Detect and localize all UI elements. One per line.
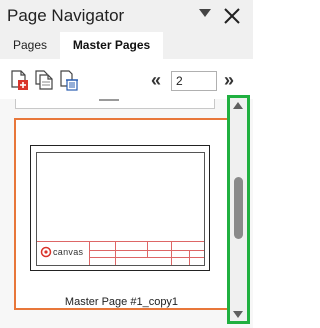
page-number-input[interactable] (171, 71, 217, 91)
delete-page-button[interactable] (59, 69, 79, 91)
thumbnail-list: canvas Master Page #1_copy1 (0, 99, 253, 328)
duplicate-page-button[interactable] (34, 69, 54, 91)
tab-pages[interactable]: Pages (0, 32, 60, 59)
tab-master-pages[interactable]: Master Pages (60, 32, 163, 60)
delete-page-icon (60, 70, 78, 91)
page-toolbar: « » (0, 59, 253, 99)
canvas-logo-text: canvas (53, 247, 84, 257)
tab-bar: Pages Master Pages (0, 32, 253, 91)
panel-menu-dropdown-icon[interactable] (199, 9, 211, 17)
new-master-page-icon (11, 70, 28, 90)
thumbnail-label: Master Page #1_copy1 (64, 296, 179, 308)
duplicate-page-icon (35, 70, 53, 90)
panel-title: Page Navigator (7, 6, 125, 25)
master-page-preview: canvas (30, 145, 210, 271)
panel-title-bar: Page Navigator (0, 0, 253, 32)
title-block-cells (89, 242, 204, 265)
master-page-thumbnail[interactable]: canvas Master Page #1_copy1 (14, 118, 229, 310)
new-master-page-button[interactable] (9, 69, 29, 91)
title-block-logo-area: canvas (37, 242, 90, 265)
previous-thumbnail-preview (99, 99, 119, 101)
close-panel-button[interactable] (221, 5, 243, 27)
scrollbar-highlight (227, 95, 250, 324)
previous-page-button[interactable]: « (151, 71, 161, 89)
title-block: canvas (37, 241, 204, 265)
drawing-frame: canvas (36, 152, 205, 266)
canvas-logo-icon (40, 246, 52, 258)
close-icon (224, 8, 240, 24)
next-page-button[interactable]: » (224, 71, 234, 89)
previous-thumbnail[interactable] (15, 99, 215, 109)
